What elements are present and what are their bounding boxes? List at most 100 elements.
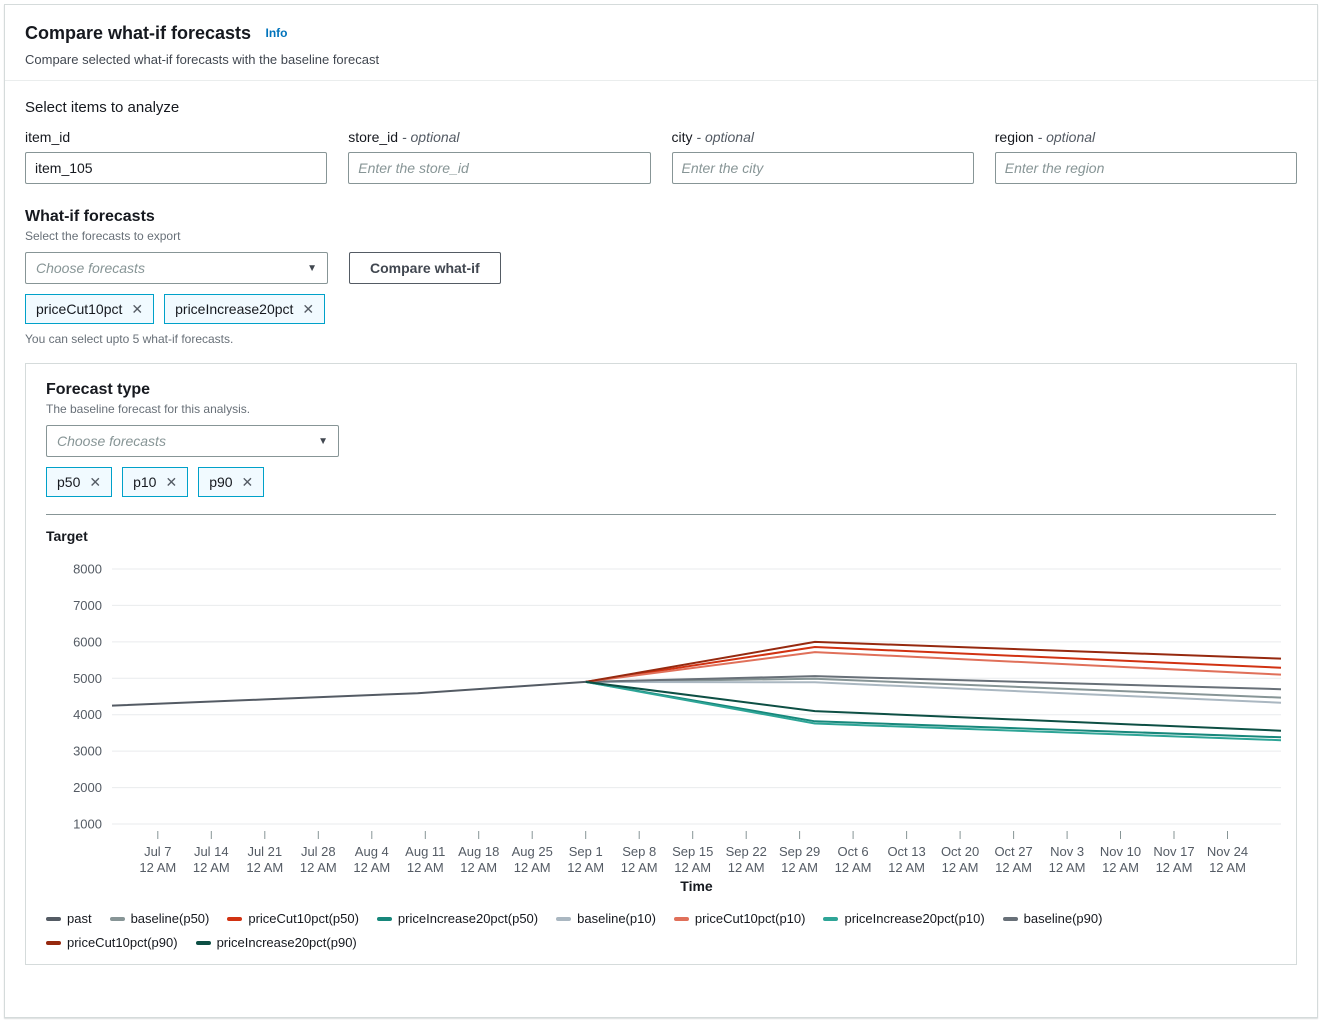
what-if-description: Select the forecasts to export xyxy=(25,229,1297,243)
x-tick-label: Jul 7 xyxy=(144,844,171,859)
legend-item-priceCut10pct(p90)[interactable]: priceCut10pct(p90) xyxy=(46,935,178,950)
city-label: city - optional xyxy=(672,129,974,145)
legend-label: priceCut10pct(p10) xyxy=(695,911,806,926)
divider xyxy=(46,514,1276,515)
x-tick-label: 12 AM xyxy=(621,860,658,875)
legend-label: priceIncrease20pct(p10) xyxy=(844,911,984,926)
token-priceCut10pct: priceCut10pct✕ xyxy=(25,294,154,324)
what-if-constraint-text: You can select upto 5 what-if forecasts. xyxy=(25,332,1297,346)
legend-item-priceIncrease20pct(p10)[interactable]: priceIncrease20pct(p10) xyxy=(823,911,984,926)
forecast-chart-card: Forecast type The baseline forecast for … xyxy=(25,363,1297,965)
token-dismiss-icon[interactable]: ✕ xyxy=(242,475,254,489)
legend-swatch xyxy=(377,917,392,921)
info-link[interactable]: Info xyxy=(266,26,288,40)
legend-item-baseline(p50)[interactable]: baseline(p50) xyxy=(110,911,210,926)
token-dismiss-icon[interactable]: ✕ xyxy=(165,475,177,489)
legend-swatch xyxy=(196,941,211,945)
chevron-down-icon: ▼ xyxy=(318,436,328,447)
legend-swatch xyxy=(674,917,689,921)
x-tick-label: Aug 18 xyxy=(458,844,499,859)
x-tick-label: 12 AM xyxy=(514,860,551,875)
legend-item-baseline(p10)[interactable]: baseline(p10) xyxy=(556,911,656,926)
optional-suffix: - optional xyxy=(1038,129,1096,145)
compare-what-if-panel: Compare what-if forecasts Info Compare s… xyxy=(4,4,1318,1018)
x-axis-title: Time xyxy=(46,878,1281,894)
token-dismiss-icon[interactable]: ✕ xyxy=(131,302,143,316)
x-tick-label: 12 AM xyxy=(407,860,444,875)
token-label: p50 xyxy=(57,474,80,490)
city-input[interactable] xyxy=(672,152,974,184)
x-tick-label: Sep 22 xyxy=(726,844,767,859)
legend-item-priceCut10pct(p50)[interactable]: priceCut10pct(p50) xyxy=(227,911,359,926)
x-tick-label: Sep 29 xyxy=(779,844,820,859)
legend-item-priceIncrease20pct(p50)[interactable]: priceIncrease20pct(p50) xyxy=(377,911,538,926)
legend-item-priceCut10pct(p10)[interactable]: priceCut10pct(p10) xyxy=(674,911,806,926)
x-tick-label: Oct 27 xyxy=(994,844,1032,859)
field-store-id: store_id - optional xyxy=(348,129,650,184)
forecast-chart: 80007000600050004000300020001000Jul 712 … xyxy=(46,546,1286,878)
token-p90: p90✕ xyxy=(198,467,264,497)
select-placeholder: Choose forecasts xyxy=(36,260,145,276)
item-id-input[interactable] xyxy=(25,152,327,184)
legend-swatch xyxy=(110,917,125,921)
what-if-forecasts-select[interactable]: Choose forecasts ▼ xyxy=(25,252,328,284)
forecast-type-description: The baseline forecast for this analysis. xyxy=(46,402,1276,416)
token-priceIncrease20pct: priceIncrease20pct✕ xyxy=(164,294,325,324)
select-items-section-label: Select items to analyze xyxy=(25,99,1297,116)
item-fields-row: item_id store_id - optional city - optio… xyxy=(25,129,1297,184)
x-tick-label: 12 AM xyxy=(1102,860,1139,875)
legend-label: past xyxy=(67,911,92,926)
x-tick-label: 12 AM xyxy=(353,860,390,875)
x-tick-label: Sep 8 xyxy=(622,844,656,859)
legend-swatch xyxy=(556,917,571,921)
x-tick-label: Jul 21 xyxy=(247,844,282,859)
x-tick-label: 12 AM xyxy=(995,860,1032,875)
what-if-token-list: priceCut10pct✕ priceIncrease20pct✕ xyxy=(25,294,1297,324)
region-input[interactable] xyxy=(995,152,1297,184)
series-line-past xyxy=(112,682,586,706)
x-tick-label: 12 AM xyxy=(246,860,283,875)
x-tick-label: 12 AM xyxy=(835,860,872,875)
legend-label: baseline(p10) xyxy=(577,911,656,926)
item-id-label: item_id xyxy=(25,129,327,145)
y-axis-title: Target xyxy=(46,528,1276,544)
legend-item-baseline(p90)[interactable]: baseline(p90) xyxy=(1003,911,1103,926)
compare-what-if-button[interactable]: Compare what-if xyxy=(349,252,501,284)
legend-swatch xyxy=(823,917,838,921)
token-dismiss-icon[interactable]: ✕ xyxy=(302,302,314,316)
series-line-priceIncrease20pct(p90) xyxy=(586,682,1281,731)
x-tick-label: 12 AM xyxy=(781,860,818,875)
what-if-section: What-if forecasts Select the forecasts t… xyxy=(25,208,1297,346)
legend-item-priceIncrease20pct(p90)[interactable]: priceIncrease20pct(p90) xyxy=(196,935,357,950)
store-id-input[interactable] xyxy=(348,152,650,184)
optional-suffix: - optional xyxy=(402,129,460,145)
token-dismiss-icon[interactable]: ✕ xyxy=(89,475,101,489)
token-p50: p50 ✕ xyxy=(46,467,112,497)
region-label: region - optional xyxy=(995,129,1297,145)
x-tick-label: Oct 13 xyxy=(887,844,925,859)
y-tick-label: 1000 xyxy=(73,817,102,832)
select-placeholder: Choose forecasts xyxy=(57,433,166,449)
y-tick-label: 8000 xyxy=(73,562,102,577)
y-tick-label: 3000 xyxy=(73,744,102,759)
legend-label: baseline(p90) xyxy=(1024,911,1103,926)
page-subtitle: Compare selected what-if forecasts with … xyxy=(25,52,1297,67)
legend-label: priceCut10pct(p90) xyxy=(67,935,178,950)
form-area: Select items to analyze item_id store_id… xyxy=(5,81,1317,346)
legend-item-past[interactable]: past xyxy=(46,911,92,926)
x-tick-label: 12 AM xyxy=(1209,860,1246,875)
page-header: Compare what-if forecasts Info Compare s… xyxy=(5,5,1317,81)
x-tick-label: 12 AM xyxy=(942,860,979,875)
token-p10: p10✕ xyxy=(122,467,188,497)
x-tick-label: 12 AM xyxy=(1156,860,1193,875)
page-title: Compare what-if forecasts xyxy=(25,23,251,43)
x-tick-label: Nov 10 xyxy=(1100,844,1141,859)
x-tick-label: Sep 1 xyxy=(569,844,603,859)
legend-swatch xyxy=(46,917,61,921)
forecast-type-select[interactable]: Choose forecasts ▼ xyxy=(46,425,339,457)
chart-legend: past baseline(p50) priceCut10pct(p50) price… xyxy=(46,911,1216,950)
legend-swatch xyxy=(227,917,242,921)
x-tick-label: 12 AM xyxy=(300,860,337,875)
what-if-section-label: What-if forecasts xyxy=(25,208,1297,226)
legend-label: priceIncrease20pct(p50) xyxy=(398,911,538,926)
